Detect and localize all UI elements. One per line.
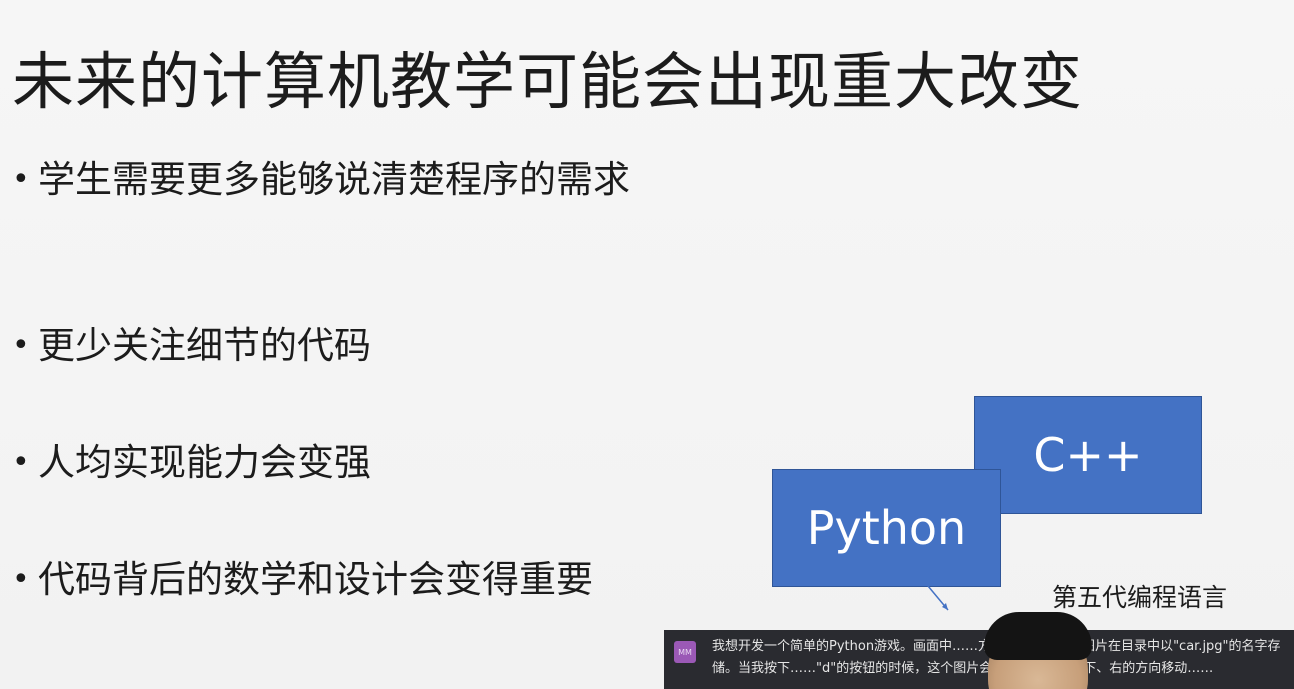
presenter-hair (984, 612, 1092, 660)
chat-avatar: MM (674, 641, 696, 663)
arrow-icon (927, 585, 949, 611)
bullet-dot: • (12, 328, 30, 363)
bullet-dot: • (12, 562, 30, 597)
bullet-item: • 代码背后的数学和设计会变得重要 (12, 558, 638, 602)
bullet-dot: • (12, 162, 30, 197)
bullet-text: 更少关注细节的代码 (38, 324, 371, 367)
presentation-slide: 未来的计算机教学可能会出现重大改变 • 学生需要更多能够说清楚程序的需求 • 更… (0, 0, 1294, 689)
chat-overlay: MM 我想开发一个简单的Python游戏。画面中……方形的图片，这个图片在目录中… (664, 630, 1294, 689)
bullet-dot: • (12, 445, 30, 480)
bullet-text: 学生需要更多能够说清楚程序的需求 (38, 158, 630, 201)
slide-title: 未来的计算机教学可能会出现重大改变 (12, 45, 1084, 118)
cpp-box: C++ (974, 396, 1202, 514)
fifth-gen-language-label: 第五代编程语言 (1052, 583, 1228, 612)
bullet-item: • 人均实现能力会变强 (12, 441, 638, 485)
python-box: Python (772, 469, 1001, 587)
bullet-item: • 学生需要更多能够说清楚程序的需求 (12, 158, 638, 202)
bullet-text: 代码背后的数学和设计会变得重要 (38, 558, 593, 601)
bullet-text: 人均实现能力会变强 (38, 441, 371, 484)
bullet-item: • 更少关注细节的代码 (12, 324, 638, 368)
presenter-webcam (980, 612, 1098, 689)
